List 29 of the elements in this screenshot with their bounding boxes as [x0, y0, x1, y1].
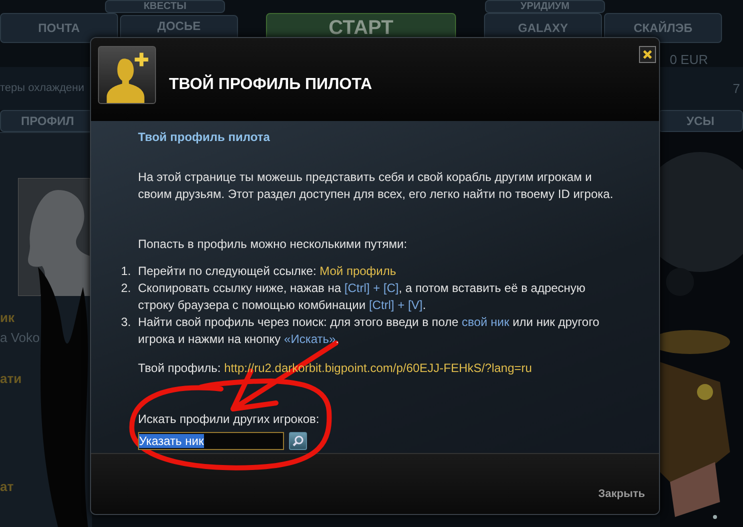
stats-heading: ати [0, 370, 23, 388]
step-number: 2. [121, 280, 132, 297]
menu-tab[interactable]: КВЕСТЫ [105, 0, 225, 13]
info-text: теры охлаждени [0, 81, 84, 96]
menu-tab[interactable]: ПОЧТА [0, 13, 118, 43]
profile-link[interactable]: Мой профиль [320, 264, 396, 278]
pilot-label: ик [0, 309, 16, 327]
close-link[interactable]: Закрыть [598, 486, 645, 502]
bonus-tab[interactable]: УСЫ [658, 110, 743, 132]
stats-heading: ат [0, 478, 15, 496]
dialog-title: ТВОЙ ПРОФИЛЬ ПИЛОТА [169, 74, 372, 95]
search-field[interactable]: Указать ник [138, 432, 284, 450]
step-text: Найти свой профиль через поиск: для этого введи в поле свой ник или ник другого игрока и нажми на кнопку «Искать». [138, 314, 600, 348]
info-value: 7 [732, 80, 740, 98]
pilot-name: а Voko [0, 328, 41, 346]
menu-tab[interactable]: УРИДИУМ [485, 0, 605, 13]
search-label: Искать профили других игроков: [138, 411, 320, 428]
step-text: Скопировать ссылку ниже, нажав на [Ctrl] + [C], а потом вставить её в адресную строку браузера с помощью комбинации [Ctrl] + [V]. [138, 280, 586, 314]
menu-tab[interactable]: СКАЙЛЭБ [604, 13, 722, 43]
search-icon[interactable] [289, 432, 307, 450]
add-pilot-icon [98, 46, 156, 104]
step-text: Перейти по следующей ссылке: Мой профиль [138, 263, 396, 280]
balance-text: 0 EUR [670, 53, 708, 67]
step-number: 1. [121, 263, 132, 280]
ways-title: Попасть в профиль можно несколькими путями: [138, 236, 408, 253]
step-number: 3. [121, 314, 132, 331]
section-heading: Твой профиль пилота [138, 129, 271, 146]
intro-paragraph: На этой странице ты можешь представить себя и свой корабль другим игрокам и своим друзьям. Этот раздел доступен для всех, его легко найти по твоему ID игрока. [138, 169, 614, 203]
close-icon[interactable] [639, 46, 656, 63]
